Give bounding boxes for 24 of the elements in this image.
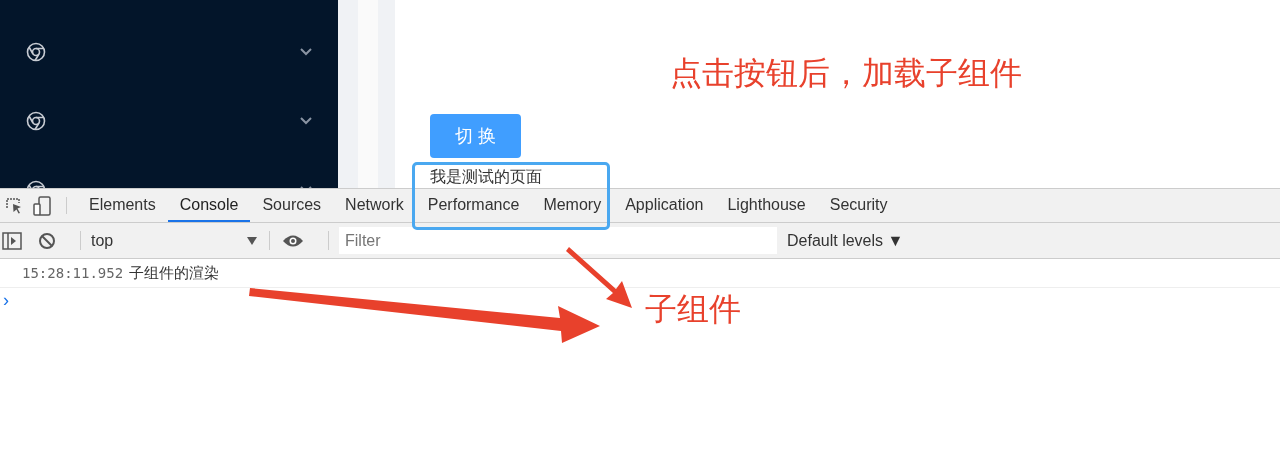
devtools-tab[interactable]: Network <box>333 189 416 222</box>
log-message: 子组件的渲染 <box>129 263 220 283</box>
devtools-tab[interactable]: Elements <box>77 189 168 222</box>
filter-field[interactable]: Filter <box>339 227 777 254</box>
browser-icon <box>26 42 46 62</box>
timestamp: 15:28:11.952 <box>22 265 124 281</box>
sidebar-toggle-icon[interactable] <box>2 231 22 250</box>
devtools-tab[interactable]: Security <box>817 189 900 222</box>
devtools-tab[interactable]: Lighthouse <box>715 189 818 222</box>
console-prompt[interactable]: › <box>3 290 9 310</box>
child-text: 我是测试的页面 <box>430 167 542 186</box>
device-icon[interactable] <box>32 194 52 217</box>
page-heading: 点击按钮后，加载子组件 <box>670 53 1022 94</box>
devtools-tab[interactable]: Application <box>613 189 716 222</box>
browser-icon <box>26 111 46 131</box>
devtools-tab[interactable]: Performance <box>415 189 532 222</box>
eye-icon[interactable] <box>282 233 304 248</box>
levels-dropdown[interactable]: Default levels ▼ <box>787 223 904 258</box>
context-select[interactable]: top <box>91 223 259 258</box>
devtools-tab[interactable]: Memory <box>531 189 614 222</box>
clear-icon[interactable] <box>38 231 56 250</box>
caret-icon <box>247 236 257 245</box>
devtools-tab[interactable]: Sources <box>250 189 334 222</box>
annotation-label: 子组件 <box>645 289 741 330</box>
